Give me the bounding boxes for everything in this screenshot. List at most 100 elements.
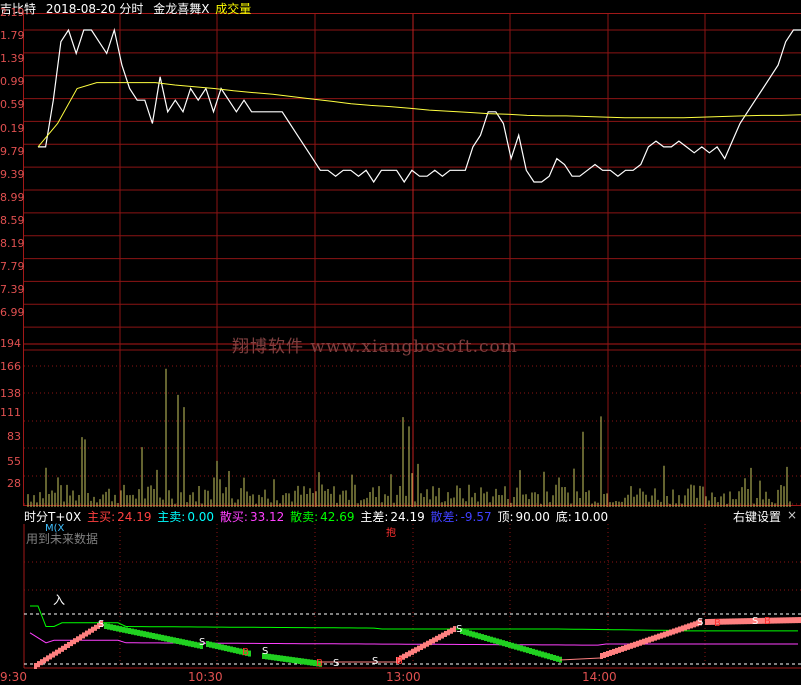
rise-block	[666, 630, 669, 637]
rise-block	[726, 618, 729, 625]
rise-block	[40, 659, 43, 666]
volume-tick-label: 111	[0, 406, 21, 419]
fall-block	[469, 630, 472, 637]
price-tick-label: 0.59	[0, 98, 25, 112]
fall-block	[233, 647, 236, 654]
volume-tick-label: 55	[7, 455, 21, 468]
fall-block	[295, 657, 298, 664]
fall-block	[119, 626, 122, 633]
rise-block	[729, 618, 732, 625]
rise-block	[624, 644, 627, 651]
rise-block	[441, 632, 444, 639]
rise-block	[633, 641, 636, 648]
fall-block	[137, 629, 140, 636]
rise-block	[432, 637, 435, 644]
buy-signal: B	[714, 618, 721, 629]
fall-block	[161, 634, 164, 641]
fall-block	[188, 640, 191, 647]
rise-block	[744, 618, 747, 625]
price-tick-label: 9.79	[0, 144, 25, 158]
rise-block	[780, 617, 783, 624]
fall-block	[466, 629, 469, 636]
rise-block	[34, 663, 37, 669]
indicator-item-value: 24.19	[117, 510, 156, 524]
rise-block	[684, 624, 687, 631]
rise-block	[426, 640, 429, 647]
rise-block	[732, 618, 735, 625]
rise-block	[55, 649, 58, 656]
rise-block	[735, 618, 738, 625]
fall-block	[182, 639, 185, 646]
indicator-item-label: 散买:	[219, 510, 248, 524]
fall-block	[538, 650, 541, 657]
indicator-item-value: 33.12	[249, 510, 289, 524]
indicator-item-label: 主差:	[360, 510, 389, 524]
rise-block	[630, 642, 633, 649]
fall-block	[277, 655, 280, 662]
indicator-item-value: 0.00	[187, 510, 218, 524]
fall-block	[107, 623, 110, 630]
price-tick-label: 1.79	[0, 29, 25, 43]
fall-block	[149, 632, 152, 639]
fall-block	[164, 635, 167, 642]
rise-block	[67, 642, 70, 648]
chart-header: 吉比特 2018-08-20 分时 金龙喜舞X 成交量	[0, 0, 257, 18]
rise-block	[37, 661, 40, 668]
fall-block	[176, 638, 179, 644]
right-click-settings[interactable]: 右键设置	[733, 508, 781, 525]
rise-block	[723, 618, 726, 625]
fall-block	[140, 630, 143, 637]
fall-block	[131, 628, 134, 635]
fall-block	[502, 640, 505, 647]
sell-signal: S	[98, 619, 105, 630]
rise-block	[669, 629, 672, 636]
sell-signal: S	[456, 624, 463, 635]
fall-block	[170, 636, 173, 643]
entry-label: 入	[53, 593, 66, 607]
time-tick-label: 10:30	[188, 670, 223, 684]
sell-signal: S	[262, 646, 269, 657]
indicator-item-value: 90.00	[515, 510, 554, 524]
indicator-item-label: 底:	[555, 510, 572, 524]
rise-block	[70, 640, 73, 647]
fall-block	[523, 646, 526, 653]
fall-block	[301, 658, 304, 665]
indicator-item-label: 主买:	[87, 510, 116, 524]
fall-block	[227, 645, 230, 652]
fall-block	[179, 638, 182, 645]
buy-signal: B	[396, 656, 403, 667]
fall-block	[292, 657, 295, 664]
fall-block	[152, 633, 155, 639]
close-icon[interactable]: ×	[787, 508, 797, 522]
sell-signal: S	[752, 616, 759, 627]
fall-block	[274, 654, 277, 661]
fall-block	[544, 652, 547, 659]
rise-block	[789, 617, 792, 624]
fall-block	[541, 651, 544, 658]
rise-block	[786, 617, 789, 624]
indicator-title: 时分T+0X	[24, 510, 82, 524]
rise-block	[708, 618, 711, 625]
fall-block	[194, 641, 197, 648]
rise-block	[79, 634, 82, 641]
rise-block	[693, 621, 696, 628]
rise-block	[645, 637, 648, 644]
rise-block	[91, 626, 94, 633]
fall-block	[218, 643, 221, 650]
rise-block	[747, 618, 750, 625]
average-price-line	[37, 82, 801, 148]
fall-block	[499, 639, 502, 646]
price-tick-label: 8.19	[0, 237, 25, 250]
indicator-item-label: 顶:	[497, 510, 514, 524]
rise-block	[678, 626, 681, 633]
rise-block	[414, 647, 417, 654]
volume-tick-label: 138	[0, 387, 21, 400]
fall-block	[475, 632, 478, 639]
volume-tick-label: 166	[0, 360, 21, 373]
indicator-item-value: 24.19	[390, 510, 429, 524]
rise-block	[58, 647, 61, 654]
rise-block	[600, 653, 603, 659]
fall-block	[209, 641, 212, 648]
fall-block	[478, 633, 481, 640]
rise-block	[636, 640, 639, 647]
